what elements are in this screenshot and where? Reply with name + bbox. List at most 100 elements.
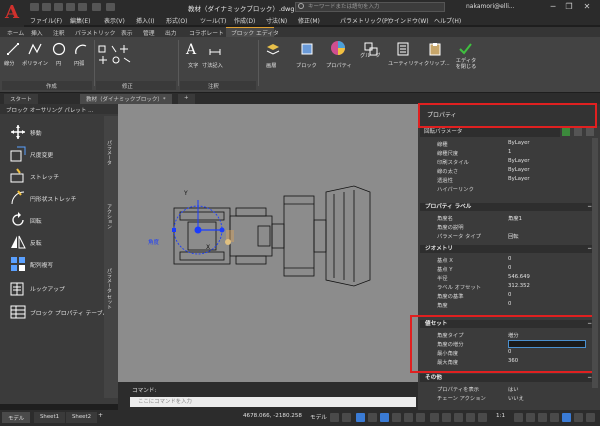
- menu-view[interactable]: 表示(V): [104, 16, 125, 25]
- circle-icon[interactable]: [52, 42, 66, 56]
- palette-item-array[interactable]: 配列複写: [4, 254, 114, 274]
- 3d-osnap-icon[interactable]: [442, 413, 451, 422]
- menu-format[interactable]: 形式(O): [166, 16, 187, 25]
- side-tab-parameter-sets[interactable]: パラメータ セット: [106, 268, 113, 328]
- property-value[interactable]: ByLayer: [508, 158, 530, 164]
- palette-item-polar-stretch[interactable]: 円形状ストレッチ: [4, 188, 114, 208]
- annotation-monitor-icon[interactable]: [526, 413, 535, 422]
- tab-collaborate[interactable]: コラボレート: [186, 28, 227, 37]
- tab-block-editor[interactable]: ブロック エディタ: [228, 28, 282, 37]
- property-row[interactable]: 印刷スタイル ByLayer: [420, 157, 594, 166]
- dynamic-ucs-icon[interactable]: [454, 413, 463, 422]
- property-value[interactable]: 回転: [508, 232, 519, 240]
- clipboard-icon[interactable]: [428, 42, 442, 56]
- menu-file[interactable]: ファイル(F): [30, 16, 62, 25]
- menu-parametric[interactable]: パラメトリック(P): [340, 16, 390, 25]
- property-value[interactable]: はい: [508, 385, 519, 393]
- property-row[interactable]: チェーン アクション いいえ: [420, 393, 594, 402]
- redo-icon[interactable]: [106, 3, 115, 11]
- properties-scrollbar[interactable]: [592, 138, 598, 388]
- annotation-scale[interactable]: 1:1: [496, 413, 505, 419]
- section-header-geometry[interactable]: ジオメトリ −: [420, 245, 598, 253]
- add-layout-button[interactable]: +: [98, 412, 103, 419]
- tab-view[interactable]: 表示: [118, 28, 136, 37]
- ortho-icon[interactable]: [356, 413, 365, 422]
- isolate-objects-icon[interactable]: [574, 413, 583, 422]
- tab-home[interactable]: ホーム: [4, 28, 27, 37]
- property-row[interactable]: 線種 ByLayer: [420, 139, 594, 148]
- menu-window[interactable]: ウインドウ(W): [388, 16, 429, 25]
- undo-icon[interactable]: [92, 3, 101, 11]
- tab-start[interactable]: スタート: [4, 94, 39, 104]
- transparency-icon[interactable]: [416, 413, 425, 422]
- property-row[interactable]: 半径 546.649: [420, 273, 594, 282]
- toggle-pickadd-icon[interactable]: [562, 128, 570, 136]
- panel-annotation-title[interactable]: 注釈: [208, 82, 219, 90]
- properties-icon[interactable]: [330, 40, 345, 55]
- panel-modify-title[interactable]: 修正: [122, 82, 133, 90]
- search-input[interactable]: キーワードまたは語句を入力: [295, 2, 445, 12]
- property-row[interactable]: プロパティを表示 はい: [420, 384, 594, 393]
- print-icon[interactable]: [78, 3, 87, 11]
- osnap-icon[interactable]: [380, 413, 389, 422]
- property-row[interactable]: 基点 Y 0: [420, 264, 594, 273]
- property-value[interactable]: 0: [508, 301, 511, 307]
- lineweight-icon[interactable]: [404, 413, 413, 422]
- new-tab-button[interactable]: +: [178, 94, 195, 104]
- close-editor-icon[interactable]: [458, 42, 472, 56]
- property-value[interactable]: 1: [508, 149, 511, 155]
- modify-tools[interactable]: [96, 42, 136, 76]
- selection-cycling-icon[interactable]: [430, 413, 439, 422]
- otrack-icon[interactable]: [392, 413, 401, 422]
- property-value[interactable]: 546.649: [508, 274, 530, 280]
- side-tab-parameters[interactable]: パラメータ: [106, 140, 113, 180]
- side-tab-actions[interactable]: アクション: [106, 204, 113, 244]
- palette-item-rotate[interactable]: 回転: [4, 210, 114, 230]
- property-value[interactable]: 0: [508, 256, 511, 262]
- line-icon[interactable]: [6, 42, 20, 56]
- layout-tab-sheet1[interactable]: Sheet1: [34, 412, 66, 423]
- property-row[interactable]: 角度 0: [420, 300, 594, 309]
- palette-item-stretch[interactable]: ストレッチ: [4, 166, 114, 186]
- property-row[interactable]: ラベル オフセット 312.352: [420, 282, 594, 291]
- menu-insert[interactable]: 挿入(I): [136, 16, 154, 25]
- grid-icon[interactable]: [330, 413, 339, 422]
- property-row[interactable]: パラメータ タイプ 回転: [420, 231, 594, 240]
- menu-help[interactable]: ヘルプ(H): [434, 16, 461, 25]
- layer-icon[interactable]: [266, 42, 280, 56]
- tab-output[interactable]: 出力: [162, 28, 180, 37]
- open-icon[interactable]: [42, 3, 51, 11]
- menu-draw[interactable]: 作成(D): [234, 16, 255, 25]
- quick-select-icon[interactable]: [586, 128, 594, 136]
- selection-dropdown[interactable]: 回転パラメータ: [420, 128, 560, 137]
- property-row[interactable]: 角度の説明: [420, 222, 594, 231]
- property-row[interactable]: 線の太さ ByLayer: [420, 166, 594, 175]
- user-account[interactable]: nakamori@elli...: [466, 3, 515, 10]
- tab-parametric[interactable]: パラメトリック: [72, 28, 118, 37]
- property-value[interactable]: ByLayer: [508, 167, 530, 173]
- property-row[interactable]: 線種尺度 1: [420, 148, 594, 157]
- layout-tab-model[interactable]: モデル: [2, 412, 31, 423]
- minimize-icon[interactable]: ─: [546, 1, 560, 12]
- save-icon[interactable]: [54, 3, 63, 11]
- annotation-visibility-icon[interactable]: [466, 413, 475, 422]
- auto-scale-icon[interactable]: [478, 413, 487, 422]
- block-icon[interactable]: [300, 42, 314, 56]
- angle-increment-input[interactable]: [508, 340, 586, 348]
- lock-ui-icon[interactable]: [562, 413, 571, 422]
- menu-dimension[interactable]: 寸法(N): [266, 16, 287, 25]
- application-menu-button[interactable]: A: [0, 0, 24, 30]
- property-row[interactable]: 透過性 ByLayer: [420, 175, 594, 184]
- palette-item-block-properties-table[interactable]: ブロック プロパティ テーブル: [4, 302, 114, 322]
- command-input[interactable]: ここにコマンドを入力: [130, 397, 416, 407]
- property-value[interactable]: 312.352: [508, 283, 530, 289]
- quick-properties-icon[interactable]: [550, 413, 559, 422]
- property-value[interactable]: 角度1: [508, 214, 522, 222]
- property-row[interactable]: 角度名 角度1: [420, 213, 594, 222]
- workspace-icon[interactable]: [514, 413, 523, 422]
- save-as-icon[interactable]: [66, 3, 75, 11]
- select-objects-icon[interactable]: [574, 128, 582, 136]
- palette-item-flip[interactable]: 反転: [4, 232, 114, 252]
- tab-insert[interactable]: 挿入: [28, 28, 46, 37]
- palette-item-lookup[interactable]: ルックアップ: [4, 278, 114, 298]
